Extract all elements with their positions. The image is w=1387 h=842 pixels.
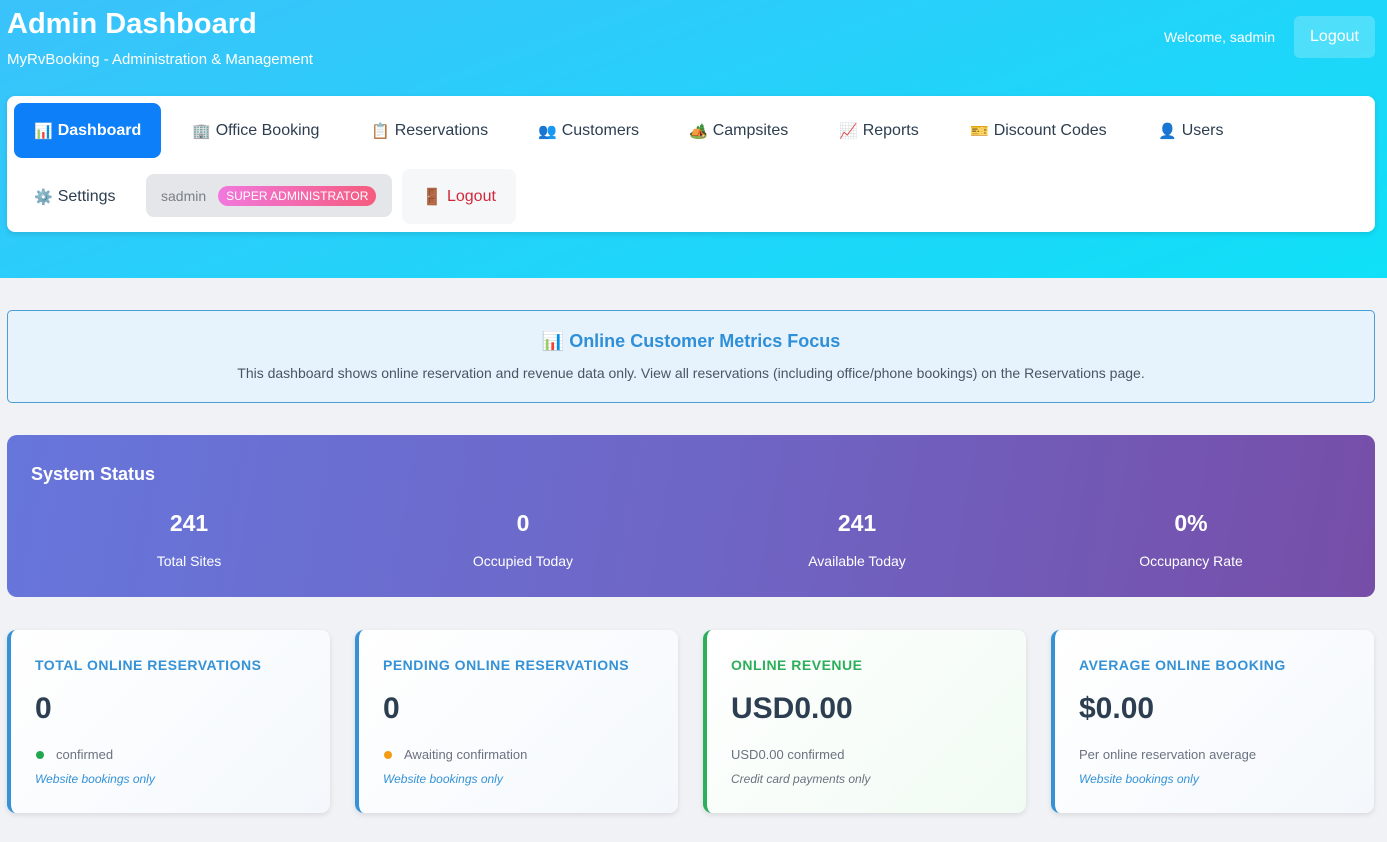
- card-note: Website bookings only: [35, 772, 155, 786]
- info-title: 📊 Online Customer Metrics Focus: [8, 331, 1374, 352]
- bar-chart-icon: 📊: [34, 122, 53, 140]
- stat-value: 241: [169, 510, 209, 536]
- info-title-text: Online Customer Metrics Focus: [569, 331, 841, 351]
- line-chart-icon: 📈: [839, 122, 858, 140]
- nav-item-dashboard[interactable]: 📊 Dashboard: [14, 103, 162, 158]
- stat-occupancy-rate: 0% Occupancy Rate: [1024, 510, 1358, 569]
- card-subtext: USD0.00 confirmed: [731, 747, 845, 762]
- nav-item-label: Settings: [57, 187, 116, 205]
- nav-item-discount-codes[interactable]: 🎫 Discount Codes: [970, 103, 1107, 158]
- nav-logout-button[interactable]: 🚪 Logout: [402, 169, 516, 224]
- main-nav: 📊 Dashboard 🏢 Office Booking 📋 Reservati…: [7, 96, 1375, 232]
- nav-item-customers[interactable]: 👥 Customers: [538, 103, 639, 158]
- nav-item-reservations[interactable]: 📋 Reservations: [371, 103, 488, 158]
- stat-label: Total Sites: [156, 553, 222, 569]
- nav-item-settings[interactable]: ⚙️ Settings: [34, 169, 116, 224]
- card-value: $0.00: [1079, 692, 1155, 725]
- stat-value: 0%: [1174, 510, 1208, 536]
- card-pending-online-reservations: PENDING ONLINE RESERVATIONS 0 Awaiting c…: [355, 630, 678, 813]
- card-subtext: Per online reservation average: [1079, 747, 1257, 762]
- card-value: 0: [35, 692, 52, 725]
- info-description: This dashboard shows online reservation …: [237, 365, 1145, 381]
- card-value: 0: [383, 692, 400, 725]
- camping-icon: 🏕️: [689, 122, 708, 140]
- card-subtext: Awaiting confirmation: [383, 747, 527, 762]
- stat-label: Occupancy Rate: [1139, 553, 1243, 569]
- card-title: AVERAGE ONLINE BOOKING: [1079, 657, 1286, 673]
- username: sadmin: [161, 187, 207, 204]
- nav-item-label: Users: [1181, 121, 1224, 139]
- nav-item-label: Discount Codes: [993, 121, 1107, 139]
- gear-icon: ⚙️: [34, 188, 53, 206]
- system-status-panel: System Status 241 Total Sites 0 Occupied…: [7, 435, 1375, 597]
- card-online-revenue: ONLINE REVENUE USD0.00 USD0.00 confirmed…: [703, 630, 1026, 813]
- door-icon: 🚪: [422, 188, 442, 206]
- nav-item-reports[interactable]: 📈 Reports: [839, 103, 919, 158]
- card-subtext-label: confirmed: [56, 747, 114, 762]
- user-icon: 👤: [1158, 122, 1177, 140]
- stat-total-sites: 241 Total Sites: [22, 510, 356, 569]
- card-title: TOTAL ONLINE RESERVATIONS: [35, 657, 262, 673]
- card-title: ONLINE REVENUE: [731, 657, 863, 673]
- card-value: USD0.00: [731, 692, 853, 725]
- nav-item-label: Dashboard: [57, 121, 142, 139]
- status-dot-icon: [384, 750, 392, 759]
- office-building-icon: 🏢: [192, 122, 211, 140]
- stat-value: 241: [837, 510, 877, 536]
- page-subtitle: MyRvBooking - Administration & Managemen…: [7, 51, 313, 68]
- nav-logout-label: Logout: [446, 187, 496, 205]
- card-subtext-label: Awaiting confirmation: [404, 747, 528, 762]
- ticket-icon: 🎫: [970, 122, 989, 140]
- users-group-icon: 👥: [538, 122, 557, 140]
- card-note: Website bookings only: [383, 772, 503, 786]
- nav-item-label: Office Booking: [215, 121, 320, 139]
- stat-occupied-today: 0 Occupied Today: [356, 510, 690, 569]
- role-badge: SUPER ADMINISTRATOR: [218, 185, 377, 206]
- stat-label: Available Today: [808, 553, 906, 569]
- nav-item-label: Customers: [561, 121, 640, 139]
- card-total-online-reservations: TOTAL ONLINE RESERVATIONS 0 confirmed We…: [7, 630, 330, 813]
- card-average-online-booking: AVERAGE ONLINE BOOKING $0.00 Per online …: [1051, 630, 1374, 813]
- stat-value: 0: [516, 510, 530, 536]
- card-note: Credit card payments only: [731, 772, 871, 786]
- nav-item-label: Reports: [862, 121, 919, 139]
- stat-available-today: 241 Available Today: [690, 510, 1024, 569]
- card-note: Website bookings only: [1079, 772, 1199, 786]
- nav-item-office-booking[interactable]: 🏢 Office Booking: [192, 103, 319, 158]
- page-title: Admin Dashboard: [7, 8, 257, 40]
- metrics-info-notice: 📊 Online Customer Metrics Focus This das…: [7, 310, 1375, 403]
- header-logout-button[interactable]: Logout: [1294, 16, 1375, 58]
- current-user-pill: sadmin SUPER ADMINISTRATOR: [146, 174, 392, 217]
- stat-label: Occupied Today: [472, 553, 574, 569]
- system-status-title: System Status: [31, 464, 156, 484]
- status-dot-icon: [36, 750, 44, 759]
- clipboard-icon: 📋: [371, 122, 390, 140]
- nav-item-campsites[interactable]: 🏕️ Campsites: [689, 103, 788, 158]
- card-title: PENDING ONLINE RESERVATIONS: [383, 657, 630, 673]
- bar-chart-icon: 📊: [541, 331, 565, 351]
- nav-item-label: Campsites: [712, 121, 789, 139]
- card-subtext: confirmed: [35, 747, 113, 762]
- nav-item-label: Reservations: [394, 121, 489, 139]
- nav-item-users[interactable]: 👤 Users: [1158, 103, 1223, 158]
- welcome-text: Welcome, sadmin: [1164, 29, 1276, 45]
